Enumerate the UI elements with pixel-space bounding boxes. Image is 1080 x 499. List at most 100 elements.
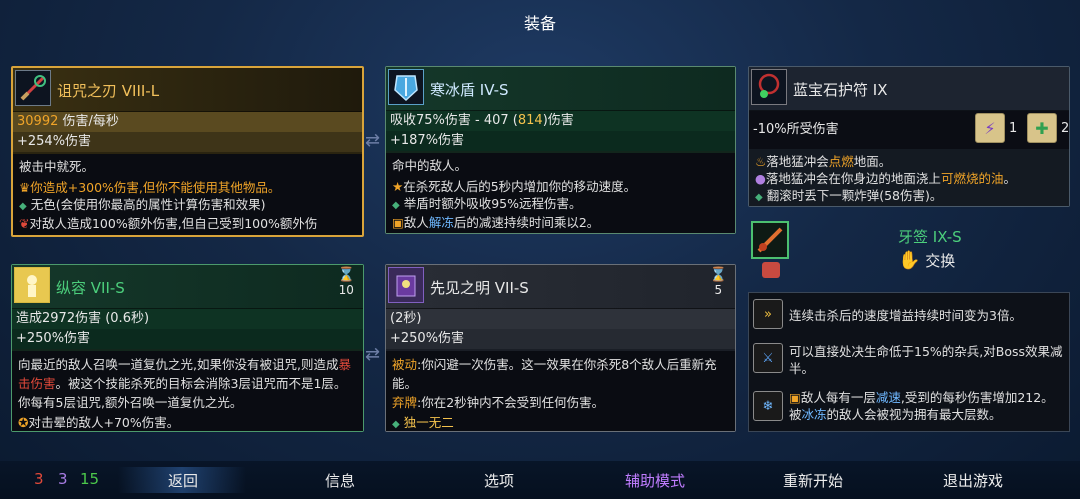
effect-line: 命中的敌人。 xyxy=(392,158,468,173)
bullet-icon: ◆ xyxy=(392,200,400,211)
tactics-stat: 3 xyxy=(58,470,68,488)
mutation-text: 连续击杀后的速度增益持续时间变为3倍。 xyxy=(789,308,1022,323)
combo-mutation-icon: » xyxy=(753,299,783,329)
options-button[interactable]: 选项 xyxy=(484,470,514,491)
scroll-count: 1 xyxy=(1009,121,1018,136)
cooldown-hourglass-icon: ⌛ 5 xyxy=(709,267,727,297)
bottom-menu-bar: 3 3 15 返回 信息 选项 辅助模式 重新开始 退出游戏 xyxy=(0,461,1080,499)
damage-bonus: +187%伤害 xyxy=(386,131,735,151)
amulet-icon xyxy=(751,69,787,105)
dps-label: 伤害/每秒 xyxy=(58,114,119,129)
item-name: 寒冰盾 IV-S xyxy=(430,81,509,99)
mutation-text: 的敌人会被视为拥有最大层数。 xyxy=(826,407,1002,422)
mutation-keyword: 冰冻 xyxy=(801,407,827,422)
effect-keyword: 弃牌 xyxy=(392,395,418,410)
dps-value: 30992 xyxy=(17,114,59,129)
effect-keyword: 可燃烧的油 xyxy=(940,171,1004,186)
damage-stat: 造成2972伤害 (0.6秒) xyxy=(12,309,363,329)
mutation-row[interactable]: ❄ ▣敌人每有一层减速,受到的每秒伤害增加212。被冰冻的敌人会被视为拥有最大层… xyxy=(753,385,1065,429)
execute-mutation-icon: ⚔ xyxy=(753,343,783,373)
mutation-row[interactable]: » 连续击杀后的速度增益持续时间变为3倍。 xyxy=(753,297,1065,333)
mutation-row[interactable]: ⚔ 可以直接处决生命低于15%的杂兵,对Boss效果减半。 xyxy=(753,339,1065,379)
effect-line: 翻滚时丢下一颗炸弹(58伤害)。 xyxy=(766,188,943,203)
assist-mode-button[interactable]: 辅助模式 xyxy=(625,470,685,491)
quit-game-button[interactable]: 退出游戏 xyxy=(943,470,1003,491)
effect-line: 你造成+300%伤害,但你不能使用其他物品。 xyxy=(30,180,281,195)
damage-bonus: +254%伤害 xyxy=(13,132,362,152)
indulgence-icon xyxy=(14,267,50,303)
effect-text: 向最近的敌人召唤一道复仇之光,如果你没有被诅咒,则造成 xyxy=(18,357,339,372)
toothpick-icon xyxy=(751,221,789,259)
effect-text: 。被这个技能杀死的目标会消除3层诅咒而不是1层。你每有5层诅咒,额外召唤一道复仇… xyxy=(18,376,347,410)
link-arrow-icon: ⇄ xyxy=(365,344,381,365)
effect-line: 对击晕的敌人+70%伤害。 xyxy=(28,415,180,430)
bullet-icon: ◆ xyxy=(19,201,27,212)
absorb-crit: 814 xyxy=(517,113,543,128)
bullet-icon: ◆ xyxy=(392,419,400,430)
cooldown-value: 10 xyxy=(338,283,354,297)
item-card-sapphire-amulet[interactable]: 蓝宝石护符 IX -10%所受伤害 ⚡ 1 ✚ 2 ♨落地猛冲会点燃地面。 ●落… xyxy=(748,66,1070,207)
item-card-foresight[interactable]: 先见之明 VII-S ⌛ 5 (2秒) +250%伤害 被动:你闪避一次伤害。这一… xyxy=(385,264,736,432)
item-card-toothpick[interactable]: 牙签 IX-S ✋ 交换 xyxy=(748,218,1070,286)
link-arrow-icon: ⇄ xyxy=(365,130,381,151)
swap-label[interactable]: 交换 xyxy=(925,252,955,270)
page-title: 装备 xyxy=(523,14,556,33)
frost-mutation-icon: ❄ xyxy=(753,391,783,421)
crown-icon: ♛ xyxy=(19,180,31,195)
foresight-icon xyxy=(388,267,424,303)
survival-stat: 15 xyxy=(80,470,100,488)
cooldown-hourglass-icon: ⌛ 10 xyxy=(337,267,355,297)
effect-keyword: 被动 xyxy=(392,357,418,372)
effect-line: 无色(会使用你最高的属性计算伤害和效果) xyxy=(30,197,266,212)
back-button[interactable]: 返回 xyxy=(118,467,246,493)
item-name: 诅咒之刃 VIII-L xyxy=(57,82,160,100)
ice-shield-icon xyxy=(388,69,424,105)
absorb-suffix: )伤害 xyxy=(542,113,574,128)
info-button[interactable]: 信息 xyxy=(325,470,355,491)
effect-keyword: 点燃 xyxy=(828,154,854,169)
item-name: 纵容 VII-S xyxy=(56,279,125,297)
effect-line: 举盾时额外吸收95%远程伤害。 xyxy=(403,196,582,211)
item-card-indulgence[interactable]: 纵容 VII-S ⌛ 10 造成2972伤害 (0.6秒) +250%伤害 向最近… xyxy=(11,264,364,432)
brutality-stat: 3 xyxy=(34,470,44,488)
effect-text: 。 xyxy=(1003,171,1016,186)
mutations-panel: » 连续击杀后的速度增益持续时间变为3倍。 ⚔ 可以直接处决生命低于15%的杂兵… xyxy=(748,292,1070,432)
effect-keyword: 解冻 xyxy=(428,215,454,230)
mutation-keyword: 减速 xyxy=(875,390,901,405)
effect-text: 地面。 xyxy=(853,154,892,169)
oil-icon: ● xyxy=(755,171,766,186)
item-card-ice-shield[interactable]: 寒冰盾 IV-S 吸收75%伤害 - 407 (814)伤害 +187%伤害 命… xyxy=(385,66,736,234)
survival-scroll-icon: ✚ xyxy=(1027,113,1057,143)
scroll-count: 2 xyxy=(1061,121,1070,136)
item-name: 牙签 IX-S xyxy=(898,228,962,246)
restart-button[interactable]: 重新开始 xyxy=(783,470,843,491)
bullet-icon: ◆ xyxy=(755,192,763,203)
swap-button[interactable]: ✋ 交换 xyxy=(898,250,955,271)
scroll-icon: ▣ xyxy=(789,390,801,405)
scroll-icon: ▣ xyxy=(392,215,404,230)
effect-text: :你闪避一次伤害。这一效果在你杀死8个敌人后重新充能。 xyxy=(392,357,717,391)
effect-line: 独一无二 xyxy=(403,415,454,430)
effect-text: :你在2秒钟内不会受到任何伤害。 xyxy=(417,395,605,410)
tactics-scroll-icon: ⚡ xyxy=(975,113,1005,143)
effect-text: 敌人 xyxy=(403,215,429,230)
duration-stat: (2秒) xyxy=(386,309,735,329)
back-label[interactable]: 返回 xyxy=(168,470,198,491)
effect-text: 后的减速持续时间乘以2。 xyxy=(453,215,600,230)
stun-icon: ✪ xyxy=(18,415,29,430)
effect-text: 落地猛冲会 xyxy=(766,154,829,169)
damage-bonus: +250%伤害 xyxy=(386,329,735,349)
effect-line: 被击中就死。 xyxy=(19,159,95,174)
swap-glove-icon: ✋ xyxy=(898,250,921,271)
item-card-curse-blade[interactable]: 诅咒之刃 VIII-L 30992 伤害/每秒 +254%伤害 被击中就死。 ♛… xyxy=(11,66,364,237)
cooldown-value: 5 xyxy=(714,283,723,297)
curse-icon: ❦ xyxy=(19,216,30,231)
speed-icon: ★ xyxy=(392,179,404,194)
effect-line: 对敌人造成100%额外伤害,但自己受到100%额外伤 xyxy=(29,216,318,231)
effect-text: 落地猛冲会在你身边的地面浇上 xyxy=(765,171,941,186)
item-name: 蓝宝石护符 IX xyxy=(793,81,888,99)
mutation-icon xyxy=(762,262,780,278)
fire-icon: ♨ xyxy=(755,154,767,169)
absorb-text: 吸收75%伤害 - 407 ( xyxy=(390,113,518,128)
curse-blade-icon xyxy=(15,70,51,106)
